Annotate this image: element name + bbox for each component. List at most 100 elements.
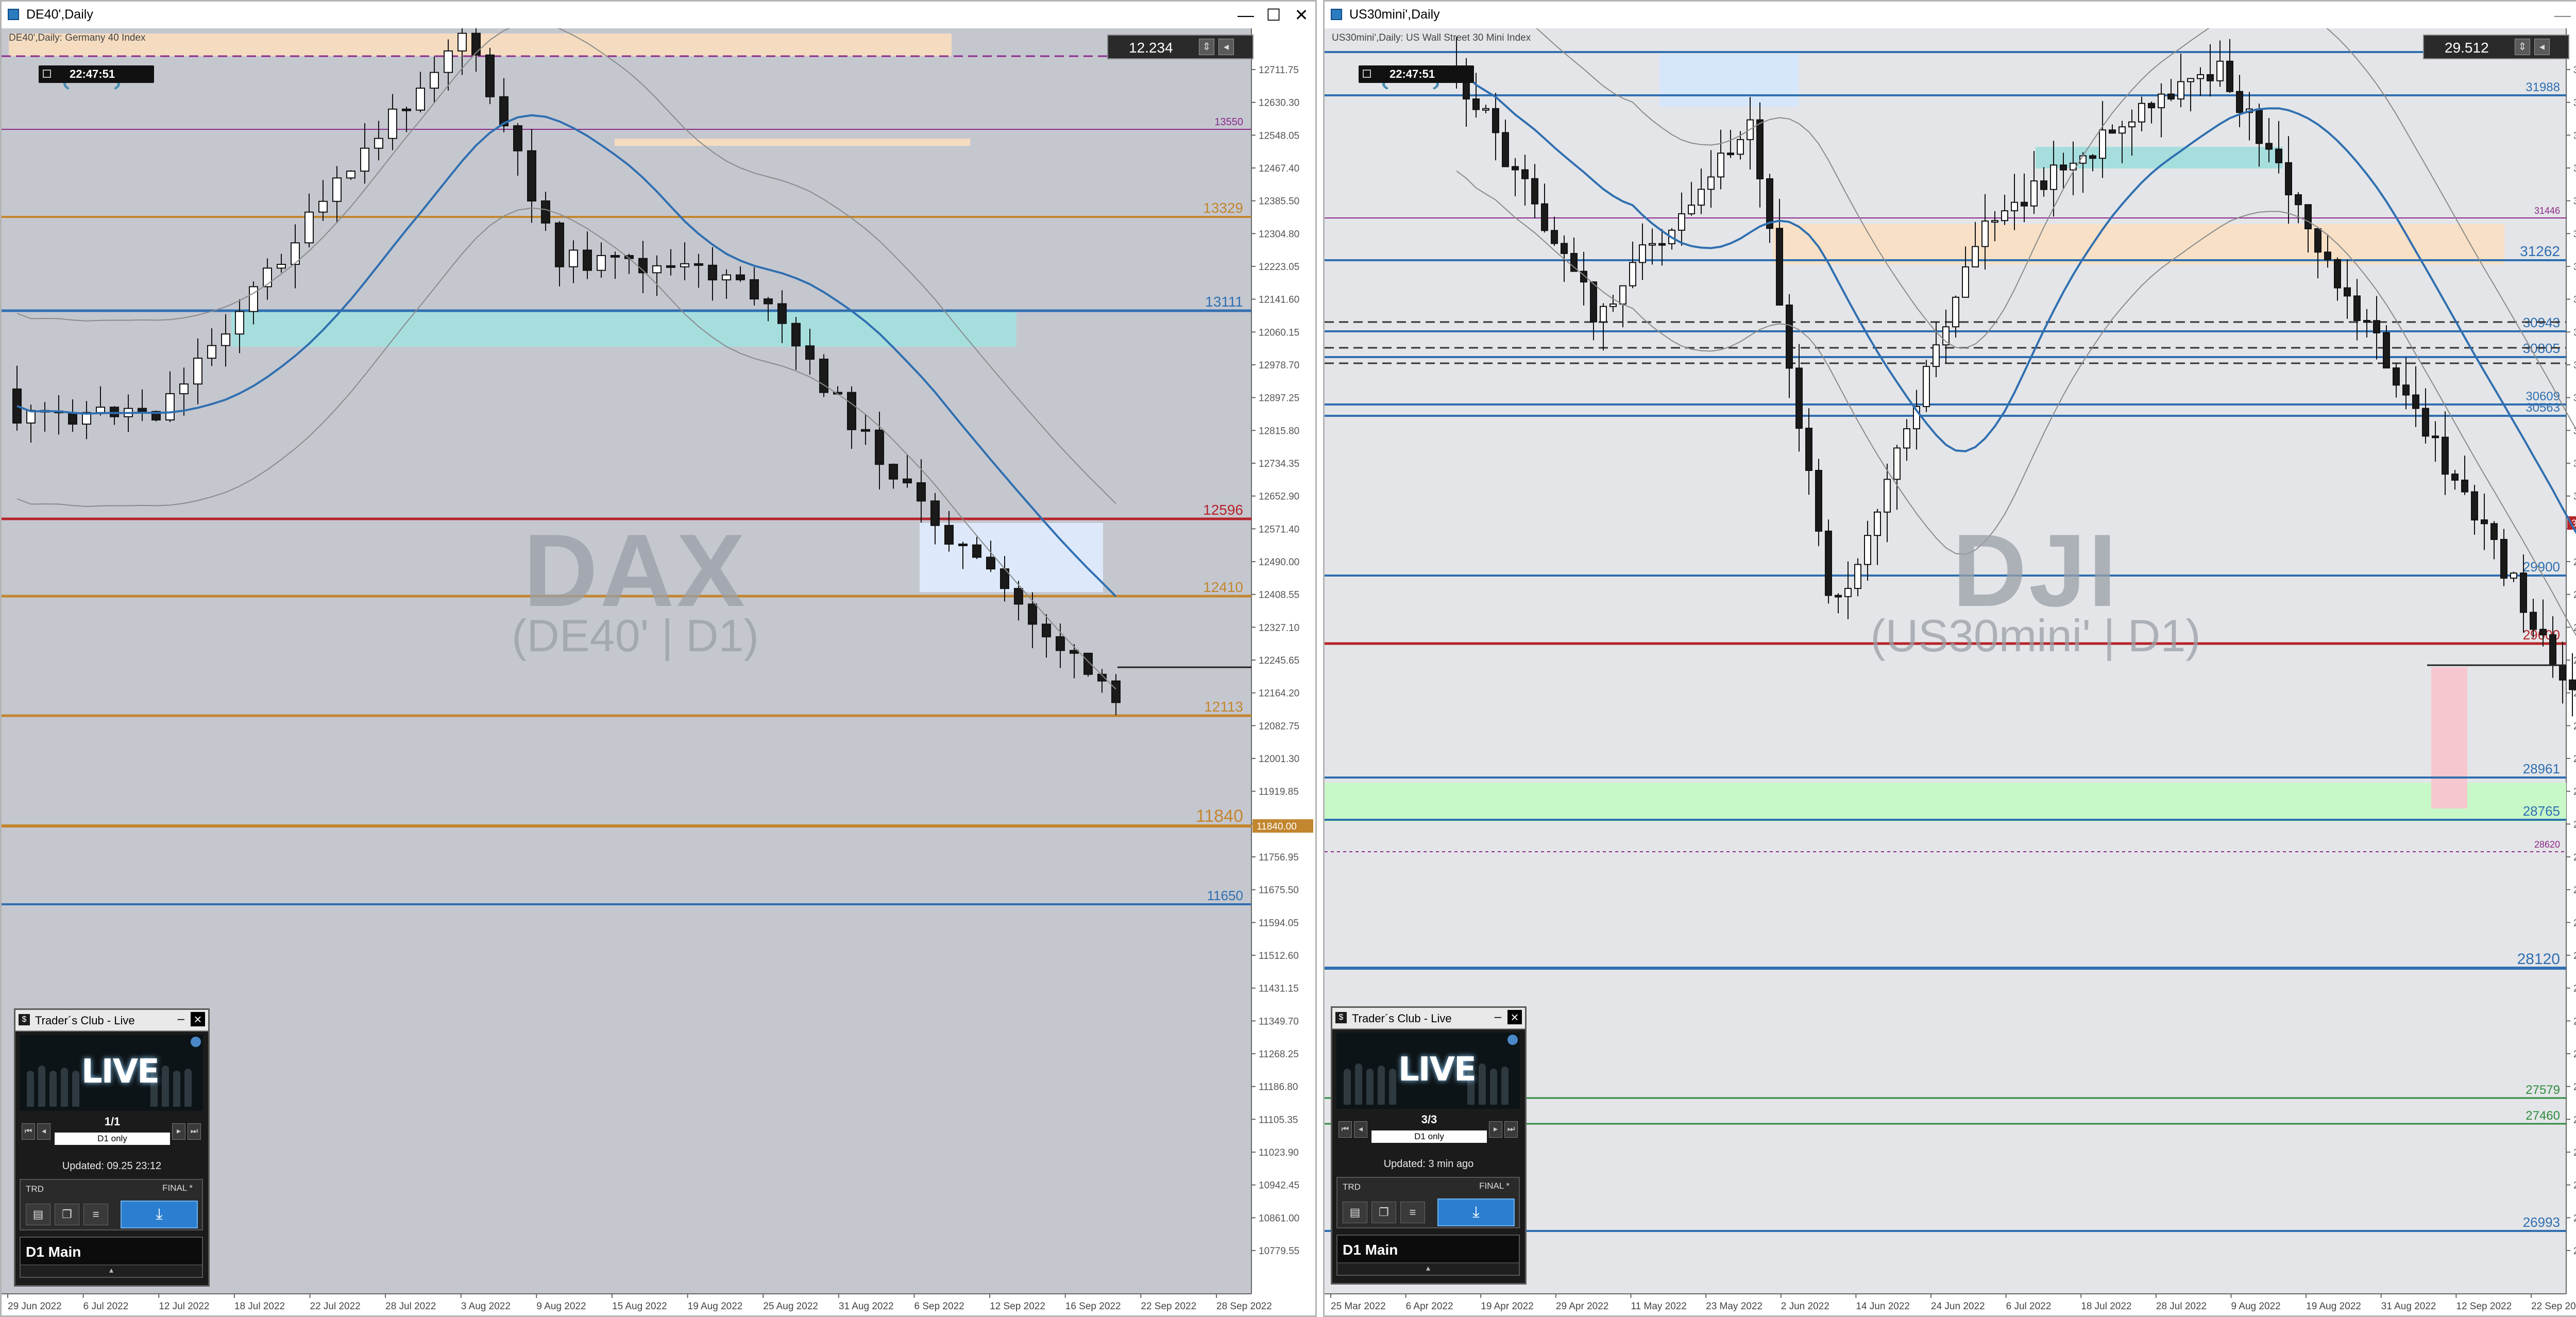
level-label: 28620 <box>2534 839 2560 850</box>
price-tick-label: 28349.25 <box>2573 918 2576 928</box>
price-tick-label: 12652.90 <box>1259 492 1299 502</box>
spread-display[interactable]: 12.234 ⇕ ◂ <box>1107 35 1253 59</box>
page-navigator[interactable]: ⏮ ◂ 1/1 D1 only ▸ ⏭ <box>20 1115 203 1156</box>
final-label[interactable]: FINAL * <box>162 1183 193 1193</box>
last-page-icon[interactable]: ⏭ <box>188 1123 201 1140</box>
bear-candle <box>1512 166 1519 171</box>
download-button[interactable]: ⤓ <box>1437 1198 1515 1226</box>
profile-selector[interactable]: D1 Main ▴ <box>1336 1235 1520 1276</box>
price-tick-label: 27912.90 <box>2573 1016 2576 1027</box>
prev-page-icon[interactable]: ◂ <box>37 1123 50 1140</box>
bear-candle <box>1756 119 1764 180</box>
first-page-icon[interactable]: ⏮ <box>22 1123 35 1140</box>
chart-window-icon <box>1331 9 1342 20</box>
price-tick-label: 31841.00 <box>2573 130 2576 141</box>
bull-candle <box>277 264 286 269</box>
bear-candle <box>513 125 522 151</box>
database-icon[interactable]: ≡ <box>1400 1202 1425 1223</box>
bull-candle <box>1609 303 1617 307</box>
clock-icon <box>1363 70 1371 78</box>
dax-chart-window[interactable]: DE40',Daily — ☐ ✕ 13550 13329 13111 12596 12… <box>0 0 1317 1317</box>
panel-minimize-button[interactable]: – <box>178 1012 184 1026</box>
price-tick-label: 28640.15 <box>2573 852 2576 863</box>
profile-selector[interactable]: D1 Main ▴ <box>20 1237 203 1278</box>
traders-club-panel[interactable]: $ Trader´s Club - Live – × LIVE ⏮ ◂ 1/1 … <box>14 1008 210 1287</box>
minimize-button[interactable]: — <box>2549 2 2576 28</box>
price-tick-label: 12490.00 <box>1259 557 1299 568</box>
symbol-watermark: DAX (DE40' | D1) <box>512 513 759 661</box>
bear-candle <box>1014 588 1023 605</box>
traders-club-panel[interactable]: $ Trader´s Club - Live – × LIVE ⏮ ◂ 3/3 … <box>1331 1006 1527 1285</box>
price-tick-label: 12711.75 <box>1259 65 1299 76</box>
bull-candle <box>193 358 202 385</box>
trd-label[interactable]: TRD <box>26 1184 44 1194</box>
bear-candle <box>972 544 981 558</box>
minimize-button[interactable]: — <box>1232 2 1260 28</box>
next-page-icon[interactable]: ▸ <box>172 1123 185 1140</box>
last-page-icon[interactable]: ⏭ <box>1504 1121 1518 1138</box>
price-tick-label: 12141.60 <box>1259 295 1299 306</box>
windows-icon[interactable]: ❐ <box>1371 1202 1396 1223</box>
bear-candle <box>1776 228 1783 306</box>
page-navigator[interactable]: ⏮ ◂ 3/3 D1 only ▸ ⏭ <box>1336 1113 1520 1154</box>
download-button[interactable]: ⤓ <box>121 1201 198 1228</box>
bear-candle <box>2167 93 2175 100</box>
bear-candle <box>1472 98 1480 110</box>
date-tick-label: 12 Sep 2022 <box>990 1301 1045 1312</box>
spread-stepper-icon[interactable]: ⇕ <box>1199 39 1214 55</box>
spread-settings-icon[interactable]: ◂ <box>2534 39 2550 55</box>
gear-icon[interactable] <box>191 1037 201 1047</box>
bull-candle <box>2099 129 2106 159</box>
gear-icon[interactable] <box>1507 1035 1518 1045</box>
close-button[interactable]: ✕ <box>1287 2 1315 28</box>
first-page-icon[interactable]: ⏮ <box>1338 1121 1352 1138</box>
bear-candle <box>666 265 675 268</box>
panel-close-button[interactable]: × <box>191 1012 205 1026</box>
bear-candle <box>1766 178 1773 229</box>
panel-minimize-button[interactable]: – <box>1495 1010 1501 1024</box>
timeframe-select[interactable]: D1 only <box>1371 1130 1487 1143</box>
price-tick-label: 29076.50 <box>2573 754 2576 765</box>
level-label: 13329 <box>1203 200 1243 216</box>
timeframe-select[interactable]: D1 only <box>55 1133 170 1145</box>
bull-candle <box>2030 180 2038 207</box>
window-titlebar[interactable]: US30mini',Daily — ☐ ✕ <box>1325 2 2576 29</box>
expand-chevron-icon[interactable]: ▴ <box>1337 1262 1519 1275</box>
bull-candle <box>360 147 369 172</box>
price-tick-label: 11756.95 <box>1259 852 1299 863</box>
bear-candle <box>2021 201 2028 207</box>
spread-settings-icon[interactable]: ◂ <box>1218 39 1234 55</box>
price-tick-label: 28931.05 <box>2573 787 2576 798</box>
spread-display[interactable]: 29.512 ⇕ ◂ <box>2423 35 2569 59</box>
window-titlebar[interactable]: DE40',Daily — ☐ ✕ <box>2 2 1315 29</box>
bear-candle <box>2530 612 2537 630</box>
price-tick-label: 30822.90 <box>2573 360 2576 371</box>
price-tick-label: 31986.55 <box>2573 98 2576 109</box>
bull-candle <box>1952 296 1959 328</box>
price-tick-label: 12223.05 <box>1259 262 1299 273</box>
date-tick-label: 28 Jul 2022 <box>385 1301 436 1312</box>
bear-candle <box>2412 394 2419 409</box>
spread-stepper-icon[interactable]: ⇕ <box>2515 39 2530 55</box>
dji-chart-window[interactable]: US30mini',Daily — ☐ ✕ 321933198831446312… <box>1323 0 2576 1317</box>
bull-candle <box>1600 306 1607 323</box>
next-page-icon[interactable]: ▸ <box>1489 1121 1502 1138</box>
maximize-button[interactable]: ☐ <box>1260 2 1287 28</box>
database-icon[interactable]: ≡ <box>83 1204 108 1225</box>
final-label[interactable]: FINAL * <box>1479 1181 1510 1191</box>
bear-candle <box>68 412 77 425</box>
level-label: 13111 <box>1205 294 1243 310</box>
panel-close-button[interactable]: × <box>1507 1010 1522 1024</box>
prev-page-icon[interactable]: ◂ <box>1354 1121 1367 1138</box>
panel-header[interactable]: $ Trader´s Club - Live – × <box>1332 1008 1525 1029</box>
document-icon[interactable]: ▤ <box>26 1204 50 1225</box>
bear-candle <box>930 500 940 526</box>
document-icon[interactable]: ▤ <box>1343 1202 1367 1223</box>
price-tick-label: 11023.90 <box>1259 1147 1299 1158</box>
trd-label[interactable]: TRD <box>1343 1182 1361 1192</box>
price-tick-label: 28203.80 <box>2573 951 2576 961</box>
bear-candle <box>777 303 787 324</box>
windows-icon[interactable]: ❐ <box>55 1204 79 1225</box>
panel-header[interactable]: $ Trader´s Club - Live – × <box>15 1010 208 1032</box>
expand-chevron-icon[interactable]: ▴ <box>21 1264 202 1277</box>
